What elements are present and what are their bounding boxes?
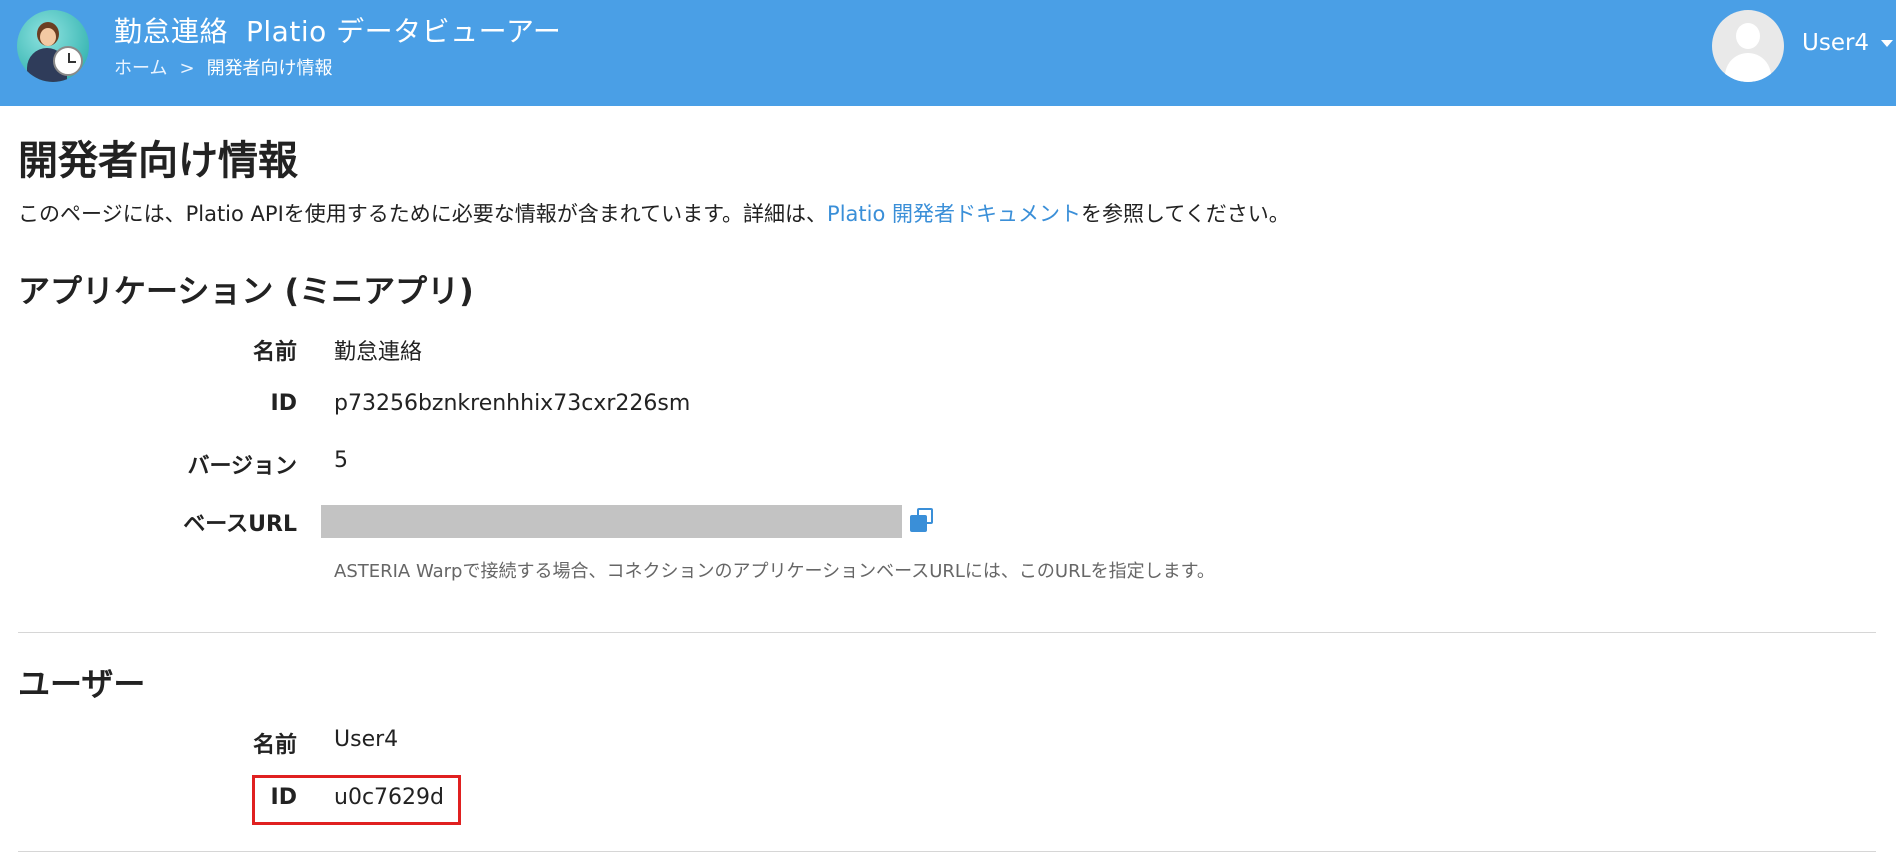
- intro-before: このページには、Platio APIを使用するために必要な情報が含まれています。…: [18, 202, 828, 226]
- user-id-highlight: [252, 775, 461, 825]
- developer-docs-link[interactable]: Platio 開発者ドキュメント: [827, 202, 1081, 226]
- app-name-label: 名前: [252, 340, 297, 365]
- app-version-label: バージョン: [187, 454, 297, 479]
- section-divider: [18, 632, 1876, 633]
- breadcrumb-home-link[interactable]: ホーム: [114, 58, 167, 79]
- clock-icon: [53, 46, 83, 76]
- user-section-title: ユーザー: [18, 665, 146, 703]
- app-name-value: 勤怠連絡: [334, 340, 423, 365]
- page-title: 開発者向け情報: [18, 138, 298, 184]
- avatar-body: [1725, 53, 1771, 82]
- intro-after: を参照してください。: [1081, 202, 1290, 226]
- person-face: [40, 28, 56, 46]
- chevron-down-icon: [1881, 40, 1894, 47]
- bottom-divider: [18, 851, 1876, 852]
- application-section-title: アプリケーション (ミニアプリ): [18, 272, 474, 310]
- copy-icon[interactable]: [910, 508, 934, 532]
- base-url-label: ベースURL: [183, 512, 297, 537]
- top-bar: 勤怠連絡 Platio データビューアー ホーム > 開発者向け情報 User4: [0, 0, 1896, 106]
- app-version-value: 5: [334, 448, 348, 473]
- breadcrumb-current: 開発者向け情報: [206, 58, 333, 79]
- avatar-head: [1736, 23, 1760, 49]
- user-menu-button[interactable]: User4: [1802, 30, 1894, 56]
- app-name: 勤怠連絡: [114, 15, 229, 48]
- app-title: 勤怠連絡 Platio データビューアー: [114, 10, 561, 50]
- user-name: User4: [1802, 30, 1870, 56]
- user-name-value: User4: [334, 727, 399, 752]
- app-subtitle: Platio データビューアー: [246, 15, 562, 48]
- app-logo-icon[interactable]: [17, 10, 89, 82]
- base-url-hint: ASTERIA Warpで接続する場合、コネクションのアプリケーションベースUR…: [334, 561, 1215, 582]
- app-id-label: ID: [270, 391, 297, 416]
- user-name-label: 名前: [252, 733, 297, 758]
- breadcrumb-separator: >: [179, 58, 195, 79]
- copy-icon-front: [910, 515, 927, 532]
- breadcrumb: ホーム > 開発者向け情報: [114, 54, 333, 80]
- base-url-field-redacted[interactable]: [321, 505, 902, 538]
- user-avatar-icon[interactable]: [1712, 10, 1784, 82]
- intro-text: このページには、Platio APIを使用するために必要な情報が含まれています。…: [18, 198, 1290, 228]
- app-id-value: p73256bznkrenhhix73cxr226sm: [334, 391, 691, 416]
